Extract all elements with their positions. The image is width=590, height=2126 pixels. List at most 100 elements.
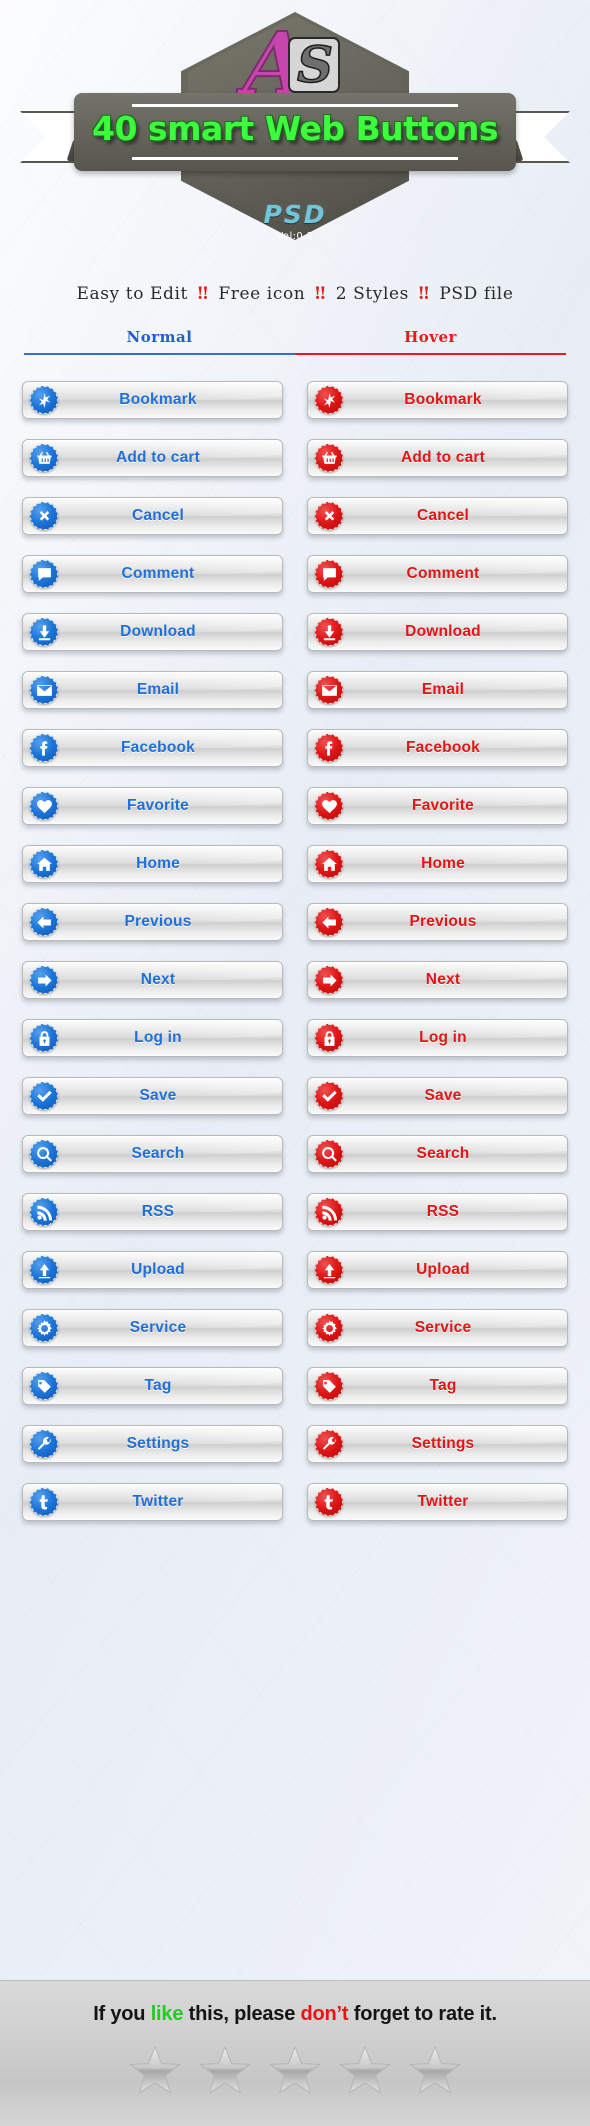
button-label: RSS	[141, 1203, 175, 1220]
button-tag-normal[interactable]: Tag	[22, 1367, 283, 1405]
button-next-normal[interactable]: Next	[22, 961, 283, 999]
page-title: 40 smart Web Buttons	[92, 109, 498, 148]
star-icon[interactable]	[198, 2044, 252, 2096]
rss-feed-icon	[30, 1198, 58, 1226]
star-icon[interactable]	[338, 2044, 392, 2096]
house-icon	[315, 850, 343, 878]
button-email-normal[interactable]: Email	[22, 671, 283, 709]
button-label: Download	[405, 623, 481, 640]
button-label: Upload	[131, 1261, 185, 1278]
button-log-in-hover[interactable]: Log in	[307, 1019, 568, 1057]
version-label: Vol:0.2	[276, 231, 314, 242]
button-bookmark-hover[interactable]: Bookmark	[307, 381, 568, 419]
tag-icon	[30, 1372, 58, 1400]
button-comment-normal[interactable]: Comment	[22, 555, 283, 593]
button-twitter-normal[interactable]: Twitter	[22, 1483, 283, 1521]
button-previous-hover[interactable]: Previous	[307, 903, 568, 941]
button-label: Tag	[144, 1377, 172, 1394]
button-twitter-hover[interactable]: Twitter	[307, 1483, 568, 1521]
button-search-hover[interactable]: Search	[307, 1135, 568, 1173]
button-bookmark-normal[interactable]: Bookmark	[22, 381, 283, 419]
button-facebook-normal[interactable]: Facebook	[22, 729, 283, 767]
button-rss-hover[interactable]: RSS	[307, 1193, 568, 1231]
button-email-hover[interactable]: Email	[307, 671, 568, 709]
button-next-hover[interactable]: Next	[307, 961, 568, 999]
button-download-hover[interactable]: Download	[307, 613, 568, 651]
button-log-in-normal[interactable]: Log in	[22, 1019, 283, 1057]
button-label: Favorite	[412, 797, 474, 814]
button-label: Twitter	[132, 1493, 184, 1510]
button-search-normal[interactable]: Search	[22, 1135, 283, 1173]
button-row: Comment Comment	[22, 555, 568, 593]
button-service-normal[interactable]: Service	[22, 1309, 283, 1347]
button-label: Next	[140, 971, 176, 988]
button-download-normal[interactable]: Download	[22, 613, 283, 651]
wrench-icon	[30, 1430, 58, 1458]
button-settings-hover[interactable]: Settings	[307, 1425, 568, 1463]
button-cancel-normal[interactable]: Cancel	[22, 497, 283, 535]
button-row: Service Service	[22, 1309, 568, 1347]
tag-icon	[315, 1372, 343, 1400]
button-row: Twitter Twitter	[22, 1483, 568, 1521]
button-facebook-hover[interactable]: Facebook	[307, 729, 568, 767]
magnifier-icon	[30, 1140, 58, 1168]
button-home-hover[interactable]: Home	[307, 845, 568, 883]
button-label: Bookmark	[119, 391, 197, 408]
star-rating[interactable]	[0, 2044, 590, 2096]
button-service-hover[interactable]: Service	[307, 1309, 568, 1347]
speech-bubble-icon	[30, 560, 58, 588]
star-icon[interactable]	[408, 2044, 462, 2096]
checkmark-icon	[30, 1082, 58, 1110]
button-label: Log in	[134, 1029, 182, 1046]
button-save-normal[interactable]: Save	[22, 1077, 283, 1115]
button-label: Search	[131, 1145, 185, 1162]
heart-icon	[315, 792, 343, 820]
download-arrow-icon	[30, 618, 58, 646]
envelope-icon	[315, 676, 343, 704]
heart-icon	[30, 792, 58, 820]
button-tag-hover[interactable]: Tag	[307, 1367, 568, 1405]
button-label: Next	[425, 971, 461, 988]
button-upload-normal[interactable]: Upload	[22, 1251, 283, 1289]
envelope-icon	[30, 676, 58, 704]
button-row: Save Save	[22, 1077, 568, 1115]
button-add-to-cart-hover[interactable]: Add to cart	[307, 439, 568, 477]
button-row: Favorite Favorite	[22, 787, 568, 825]
arrow-left-icon	[315, 908, 343, 936]
button-save-hover[interactable]: Save	[307, 1077, 568, 1115]
button-home-normal[interactable]: Home	[22, 845, 283, 883]
rate-message: If you like this, please don’t forget to…	[0, 1981, 590, 2026]
padlock-icon	[30, 1024, 58, 1052]
button-favorite-normal[interactable]: Favorite	[22, 787, 283, 825]
button-comment-hover[interactable]: Comment	[307, 555, 568, 593]
feature-separator: ‼	[308, 284, 333, 304]
button-upload-hover[interactable]: Upload	[307, 1251, 568, 1289]
button-cancel-hover[interactable]: Cancel	[307, 497, 568, 535]
button-label: Home	[421, 855, 465, 872]
feature-list: Easy to Edit ‼ Free icon ‼ 2 Styles ‼ PS…	[0, 284, 590, 304]
button-label: Comment	[121, 565, 195, 582]
button-label: Add to cart	[115, 449, 200, 466]
facebook-f-icon	[315, 734, 343, 762]
button-row: Previous Previous	[22, 903, 568, 941]
footer-word-dont: don’t	[300, 2003, 349, 2025]
rss-feed-icon	[315, 1198, 343, 1226]
gear-icon	[30, 1314, 58, 1342]
button-add-to-cart-normal[interactable]: Add to cart	[22, 439, 283, 477]
button-rss-normal[interactable]: RSS	[22, 1193, 283, 1231]
button-label: Cancel	[416, 507, 470, 524]
ribbon-rule-bottom	[132, 157, 458, 160]
button-label: Service	[129, 1319, 187, 1336]
button-label: Facebook	[121, 739, 195, 756]
arrow-right-icon	[30, 966, 58, 994]
close-x-icon	[30, 502, 58, 530]
star-icon[interactable]	[268, 2044, 322, 2096]
button-favorite-hover[interactable]: Favorite	[307, 787, 568, 825]
star-icon[interactable]	[128, 2044, 182, 2096]
button-previous-normal[interactable]: Previous	[22, 903, 283, 941]
button-settings-normal[interactable]: Settings	[22, 1425, 283, 1463]
button-label: Save	[424, 1087, 462, 1104]
button-label: Previous	[124, 913, 192, 930]
button-label: Twitter	[417, 1493, 469, 1510]
column-rule-normal	[24, 353, 295, 355]
